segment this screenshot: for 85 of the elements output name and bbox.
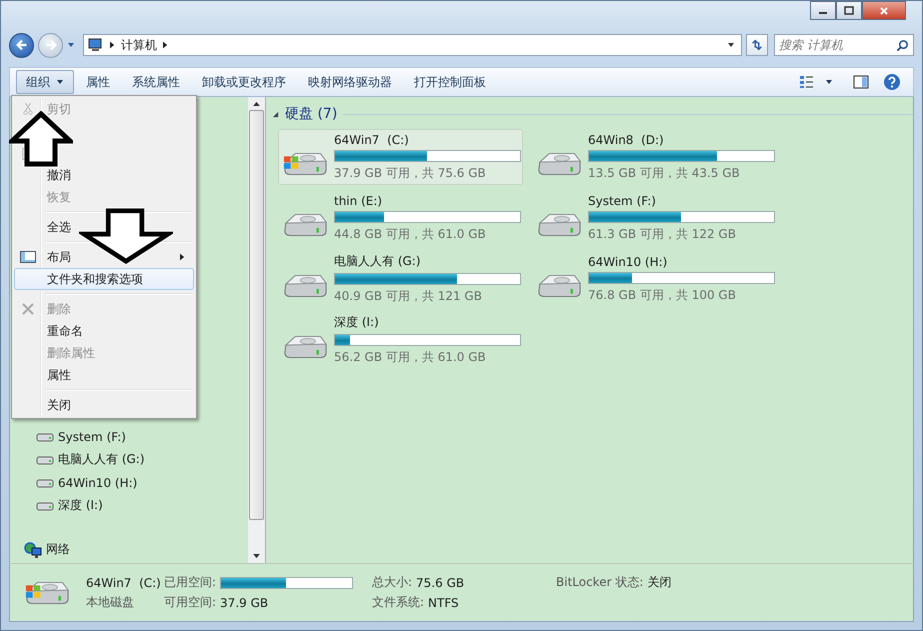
collapse-caret-icon[interactable] [272, 110, 279, 118]
close-icon [879, 6, 889, 16]
hard-drive-icon [36, 454, 54, 464]
drive-name: 64Win7 (C:) [334, 132, 410, 146]
dropdown-caret-icon[interactable] [727, 41, 735, 49]
tree-item[interactable]: 64Win10 (H:) [36, 471, 248, 494]
hard-drive-icon [36, 432, 54, 442]
field-label: 总大小: [372, 574, 412, 591]
scissors-icon [23, 102, 33, 116]
close-button[interactable] [862, 1, 906, 20]
drive-name: System (F:) [588, 194, 657, 208]
field-value: NTFS [428, 596, 459, 610]
layout-icon [20, 251, 36, 263]
computer-icon [88, 38, 104, 52]
caret-icon[interactable] [825, 78, 833, 86]
minimize-icon [819, 12, 827, 14]
back-arrow-icon [14, 38, 28, 52]
scrollbar[interactable] [248, 97, 265, 563]
chevron-icon[interactable] [163, 41, 168, 49]
chevron-icon[interactable] [110, 41, 115, 49]
menu-item[interactable]: 重命名 [14, 320, 94, 342]
maximize-button[interactable] [836, 1, 862, 20]
scroll-up-icon[interactable] [253, 101, 260, 106]
address-bar[interactable]: 计算机 [83, 34, 742, 56]
search-field[interactable]: 搜索 计算机 [774, 34, 914, 56]
drive-type: 本地磁盘 [86, 594, 135, 611]
delete-icon [21, 302, 35, 316]
hard-drive-icon [36, 500, 54, 510]
field-label: 可用空间: [164, 594, 216, 611]
field-value: 75.6 GB [416, 576, 464, 590]
drive-name: 64Win10 (H:) [588, 254, 668, 268]
hard-drive-icon [36, 478, 54, 488]
search-icon[interactable] [896, 39, 909, 52]
toolbar-button[interactable]: 属性 [76, 70, 120, 94]
tree-item[interactable]: 网络 [24, 538, 248, 561]
drive-name: 64Win8 (D:) [588, 132, 665, 146]
menu-item[interactable]: 文件夹和搜索选项 [14, 268, 194, 290]
drive-tile[interactable]: 64Win7 (C:) 37.9 GB 可用，共 75.6 GB [278, 129, 523, 185]
free-space-text: 44.8 GB 可用，共 61.0 GB [334, 226, 487, 242]
drive-tile[interactable]: 64Win10 (H:) 76.8 GB 可用，共 100 GB [532, 251, 777, 307]
drive-name: thin (E:) [334, 194, 384, 208]
toolbar-button[interactable]: 卸载或更改程序 [192, 70, 296, 94]
drive-tile[interactable]: 电脑人人有 (G:) 40.9 GB 可用，共 121 GB [278, 251, 523, 307]
free-space-text: 56.2 GB 可用，共 61.0 GB [334, 349, 487, 366]
menu-item[interactable]: 全选 [14, 216, 82, 238]
field-value: 37.9 GB [220, 596, 268, 610]
free-space-text: 40.9 GB 可用，共 121 GB [334, 288, 483, 305]
drive-tile[interactable]: System (F:) 61.3 GB 可用，共 122 GB [532, 190, 777, 246]
menu-item[interactable]: 撤消 [14, 164, 82, 186]
tree-item[interactable]: System (F:) [36, 425, 248, 448]
field-label: 已用空间: [164, 574, 216, 591]
forward-arrow-icon [44, 38, 58, 52]
back-button[interactable] [9, 32, 34, 58]
network-icon [24, 540, 42, 558]
drive-name: 深度 (I:) [334, 314, 380, 331]
drive-name: 64Win7 (C:) [86, 576, 162, 590]
maximize-icon [844, 6, 854, 16]
drive-name: 电脑人人有 (G:) [334, 253, 422, 270]
free-space-text: 76.8 GB 可用，共 100 GB [588, 286, 737, 304]
tree-item[interactable]: 深度 (I:) [36, 494, 248, 517]
pane-icon [853, 75, 869, 89]
field-value: 关闭 [647, 574, 672, 591]
menu-item[interactable]: 关闭 [14, 394, 82, 416]
drive-tile[interactable]: 深度 (I:) 56.2 GB 可用，共 61.0 GB [278, 312, 523, 368]
free-space-text: 37.9 GB 可用，共 75.6 GB [334, 164, 487, 182]
minimize-button[interactable] [810, 1, 836, 20]
refresh-button[interactable] [746, 34, 768, 56]
toolbar-button[interactable]: 映射网络驱动器 [298, 70, 402, 94]
refresh-icon [750, 38, 764, 52]
free-space-text: 13.5 GB 可用，共 43.5 GB [588, 164, 741, 182]
history-caret-icon[interactable] [67, 41, 75, 49]
group-heading[interactable]: 硬盘 (7) [285, 105, 338, 123]
tree-item[interactable]: 电脑人人有 (G:) [36, 448, 248, 471]
help-icon [883, 73, 901, 91]
drive-tile[interactable]: thin (E:) 44.8 GB 可用，共 61.0 GB [278, 190, 523, 246]
menu-item[interactable]: 属性 [14, 364, 82, 386]
toolbar-button[interactable]: 打开控制面板 [404, 70, 496, 94]
breadcrumb[interactable]: 计算机 [121, 36, 157, 54]
free-space-text: 61.3 GB 可用，共 122 GB [588, 226, 737, 242]
field-label: 文件系统: [372, 594, 424, 611]
toolbar-button[interactable]: 组织 [16, 70, 74, 94]
drive-tile[interactable]: 64Win8 (D:) 13.5 GB 可用，共 43.5 GB [532, 129, 777, 185]
scroll-down-icon[interactable] [253, 554, 260, 559]
field-label: BitLocker 状态: [556, 574, 644, 591]
toolbar-button[interactable]: 系统属性 [122, 70, 190, 94]
